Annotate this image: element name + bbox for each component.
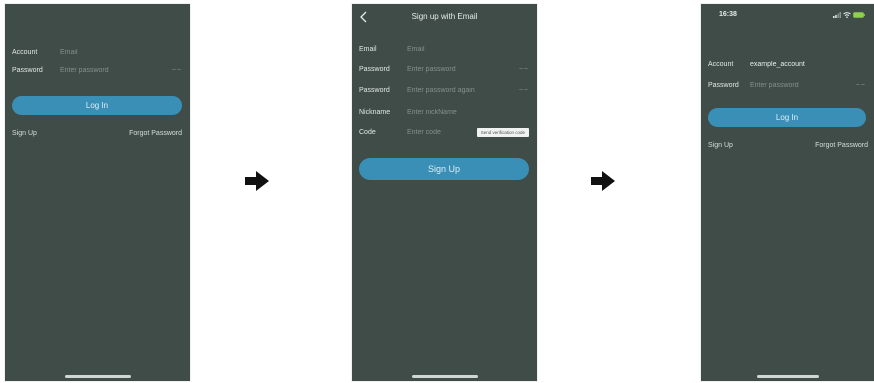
home-indicator bbox=[756, 375, 819, 378]
arrow-right-icon bbox=[245, 171, 269, 191]
code-label: Code bbox=[359, 128, 376, 136]
login-screen-filled: 16:38 Account example_account Password E… bbox=[701, 4, 874, 381]
nickname-row: Nickname Enter nickName bbox=[359, 104, 529, 120]
home-indicator bbox=[411, 375, 478, 378]
account-label: Account bbox=[12, 48, 38, 56]
send-code-button[interactable]: Send verification code bbox=[476, 127, 529, 137]
forgot-password-link[interactable]: Forgot Password bbox=[129, 130, 182, 137]
password-row: Password Enter password ~~ bbox=[708, 77, 866, 93]
sign-up-screen: Sign up with Email Email Email Password … bbox=[352, 4, 537, 381]
account-label: Account bbox=[708, 60, 734, 68]
email-row: Email Email bbox=[359, 41, 529, 57]
battery-icon bbox=[853, 12, 865, 18]
account-row: Account example_account bbox=[708, 56, 866, 72]
password-input[interactable]: Enter password bbox=[407, 66, 515, 73]
password-input[interactable]: Enter password bbox=[60, 67, 168, 74]
wifi-icon bbox=[843, 12, 851, 18]
password-label: Password bbox=[12, 66, 43, 74]
arrow-right-icon bbox=[591, 171, 615, 191]
login-button[interactable]: Log In bbox=[12, 96, 182, 115]
code-input[interactable]: Enter code bbox=[407, 129, 477, 136]
confirm-password-row: Password Enter password again ~~ bbox=[359, 82, 529, 98]
account-input[interactable]: example_account bbox=[750, 61, 866, 68]
show-confirm-password-icon[interactable]: ~~ bbox=[519, 87, 529, 94]
login-button[interactable]: Log In bbox=[708, 108, 866, 127]
show-password-icon[interactable]: ~~ bbox=[856, 82, 866, 89]
password-label: Password bbox=[708, 81, 739, 89]
home-indicator bbox=[64, 375, 131, 378]
email-label: Email bbox=[359, 45, 377, 53]
status-icons bbox=[833, 12, 865, 18]
nickname-label: Nickname bbox=[359, 108, 391, 116]
sign-up-link[interactable]: Sign Up bbox=[708, 142, 733, 149]
account-input[interactable]: Email bbox=[60, 49, 182, 56]
show-password-icon[interactable]: ~~ bbox=[519, 66, 529, 73]
account-row: Account Email bbox=[12, 44, 182, 60]
confirm-password-input[interactable]: Enter password again bbox=[407, 87, 515, 94]
confirm-password-label: Password bbox=[359, 86, 390, 94]
sign-up-button[interactable]: Sign Up bbox=[359, 158, 529, 180]
status-time: 16:38 bbox=[719, 11, 737, 18]
code-row: Code Enter code Send verification code bbox=[359, 124, 529, 140]
signal-icon bbox=[833, 12, 841, 18]
email-input[interactable]: Email bbox=[407, 46, 529, 53]
password-row: Password Enter password ~~ bbox=[359, 61, 529, 77]
password-label: Password bbox=[359, 65, 390, 73]
page-title: Sign up with Email bbox=[411, 12, 478, 21]
login-screen-empty: Account Email Password Enter password ~~… bbox=[5, 4, 190, 381]
forgot-password-link[interactable]: Forgot Password bbox=[815, 142, 868, 149]
tutorial-flow: Account Email Password Enter password ~~… bbox=[0, 0, 874, 383]
sign-up-link[interactable]: Sign Up bbox=[12, 130, 37, 137]
password-row: Password Enter password ~~ bbox=[12, 62, 182, 78]
show-password-icon[interactable]: ~~ bbox=[172, 67, 182, 74]
password-input[interactable]: Enter password bbox=[750, 82, 852, 89]
nickname-input[interactable]: Enter nickName bbox=[407, 109, 529, 116]
